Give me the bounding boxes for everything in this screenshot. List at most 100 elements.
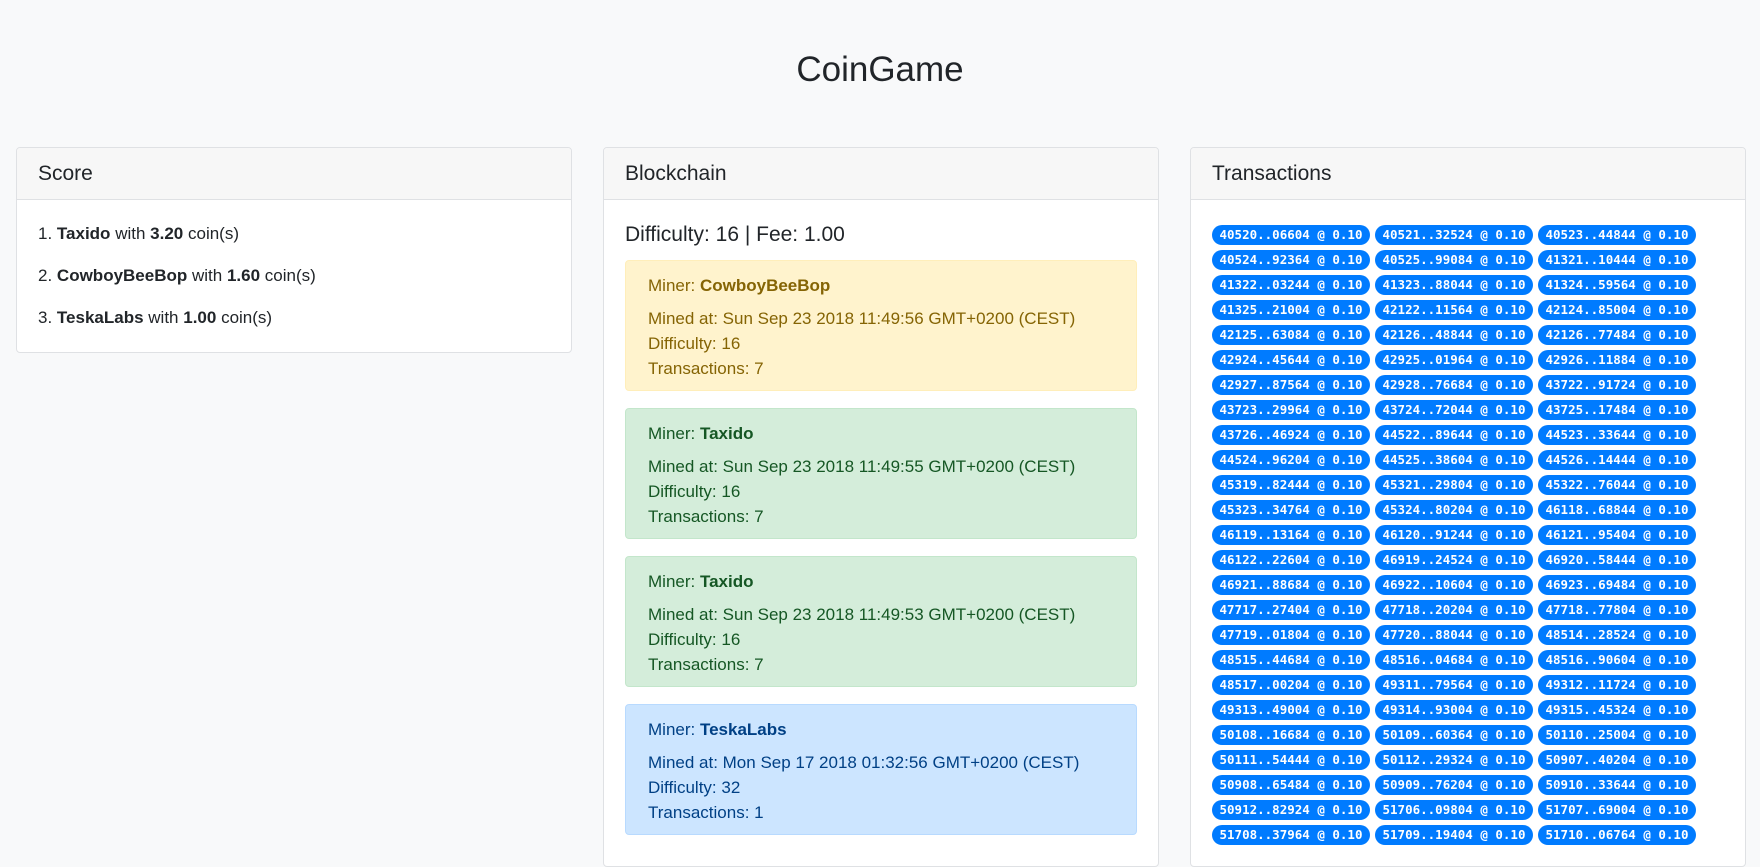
transaction-badge[interactable]: 46922..10604 @ 0.10 — [1375, 575, 1533, 595]
transaction-badge[interactable]: 50108..16684 @ 0.10 — [1212, 725, 1370, 745]
transaction-badge[interactable]: 47717..27404 @ 0.10 — [1212, 600, 1370, 620]
transaction-badge[interactable]: 48514..28524 @ 0.10 — [1538, 625, 1696, 645]
miner-label: Miner: — [648, 276, 696, 295]
transaction-badge[interactable]: 49315..45324 @ 0.10 — [1538, 700, 1696, 720]
transaction-badge[interactable]: 49312..11724 @ 0.10 — [1538, 675, 1696, 695]
transaction-badge[interactable]: 40523..44844 @ 0.10 — [1538, 225, 1696, 245]
transaction-badge[interactable]: 40524..92364 @ 0.10 — [1212, 250, 1370, 270]
transaction-badge[interactable]: 46921..88684 @ 0.10 — [1212, 575, 1370, 595]
block-list: Miner: CowboyBeeBop Mined at: Sun Sep 23… — [604, 248, 1158, 835]
transaction-badge[interactable]: 51707..69004 @ 0.10 — [1538, 800, 1696, 820]
score-player-name: CowboyBeeBop — [56, 266, 188, 285]
block-miner: Miner: TeskaLabs — [648, 718, 1114, 742]
difficulty-fee-summary: Difficulty: 16 | Fee: 1.00 — [625, 223, 845, 246]
miner-label: Miner: — [648, 424, 696, 443]
transaction-badge[interactable]: 41321..10444 @ 0.10 — [1538, 250, 1696, 270]
transaction-badge[interactable]: 47720..88044 @ 0.10 — [1375, 625, 1533, 645]
transaction-badge[interactable]: 48515..44684 @ 0.10 — [1212, 650, 1370, 670]
transaction-badge[interactable]: 47719..01804 @ 0.10 — [1212, 625, 1370, 645]
transaction-badge[interactable]: 50910..33644 @ 0.10 — [1538, 775, 1696, 795]
block-mined-at: Mined at: Sun Sep 23 2018 11:49:56 GMT+0… — [648, 309, 1076, 328]
transaction-badge[interactable]: 46923..69484 @ 0.10 — [1538, 575, 1696, 595]
transaction-badge[interactable]: 45319..82444 @ 0.10 — [1212, 475, 1370, 495]
transaction-badge[interactable]: 50909..76204 @ 0.10 — [1375, 775, 1533, 795]
transaction-badge[interactable]: 43725..17484 @ 0.10 — [1538, 400, 1696, 420]
block-transactions: Transactions: 7 — [648, 655, 764, 674]
transaction-badge[interactable]: 46121..95404 @ 0.10 — [1538, 525, 1696, 545]
transaction-badge[interactable]: 47718..20204 @ 0.10 — [1375, 600, 1533, 620]
transaction-badge[interactable]: 42126..77484 @ 0.10 — [1538, 325, 1696, 345]
transaction-badge[interactable]: 47718..77804 @ 0.10 — [1538, 600, 1696, 620]
transactions-card-header: Transactions — [1191, 148, 1745, 200]
transaction-badge[interactable]: 46122..22604 @ 0.10 — [1212, 550, 1370, 570]
transaction-badge[interactable]: 43723..29964 @ 0.10 — [1212, 400, 1370, 420]
transaction-badge[interactable]: 44525..38604 @ 0.10 — [1375, 450, 1533, 470]
transaction-badge[interactable]: 50112..29324 @ 0.10 — [1375, 750, 1533, 770]
transaction-badge[interactable]: 40525..99084 @ 0.10 — [1375, 250, 1533, 270]
transaction-badge[interactable]: 43726..46924 @ 0.10 — [1212, 425, 1370, 445]
transaction-badge[interactable]: 44526..14444 @ 0.10 — [1538, 450, 1696, 470]
score-card: Score 1. Taxido with 3.20 coin(s) 2. Cow… — [16, 147, 572, 353]
transaction-badge[interactable]: 42925..01964 @ 0.10 — [1375, 350, 1533, 370]
transaction-badge[interactable]: 50109..60364 @ 0.10 — [1375, 725, 1533, 745]
transaction-list: 40520..06604 @ 0.10 40521..32524 @ 0.10 40… — [1191, 200, 1702, 845]
transaction-badge[interactable]: 42926..11884 @ 0.10 — [1538, 350, 1696, 370]
transaction-badge[interactable]: 43724..72044 @ 0.10 — [1375, 400, 1533, 420]
score-list: 1. Taxido with 3.20 coin(s) 2. CowboyBee… — [17, 200, 571, 330]
transaction-badge[interactable]: 46120..91244 @ 0.10 — [1375, 525, 1533, 545]
transaction-badge[interactable]: 45321..29804 @ 0.10 — [1375, 475, 1533, 495]
transaction-badge[interactable]: 42124..85004 @ 0.10 — [1538, 300, 1696, 320]
transaction-badge[interactable]: 44524..96204 @ 0.10 — [1212, 450, 1370, 470]
transaction-badge[interactable]: 40520..06604 @ 0.10 — [1212, 225, 1370, 245]
transaction-badge[interactable]: 41324..59564 @ 0.10 — [1538, 275, 1696, 295]
transaction-badge[interactable]: 51708..37964 @ 0.10 — [1212, 825, 1370, 845]
transaction-badge[interactable]: 41323..88044 @ 0.10 — [1375, 275, 1533, 295]
transaction-badge[interactable]: 50110..25004 @ 0.10 — [1538, 725, 1696, 745]
transaction-badge[interactable]: 51710..06764 @ 0.10 — [1538, 825, 1696, 845]
transaction-badge[interactable]: 50908..65484 @ 0.10 — [1212, 775, 1370, 795]
score-unit: coin(s) — [187, 224, 239, 243]
transaction-badge[interactable]: 44523..33644 @ 0.10 — [1538, 425, 1696, 445]
block-card: Miner: Taxido Mined at: Sun Sep 23 2018 … — [625, 556, 1137, 687]
transaction-badge[interactable]: 49311..79564 @ 0.10 — [1375, 675, 1533, 695]
transaction-badge[interactable]: 51706..09804 @ 0.10 — [1375, 800, 1533, 820]
block-miner: Miner: Taxido — [648, 422, 1114, 446]
transaction-badge[interactable]: 46920..58444 @ 0.10 — [1538, 550, 1696, 570]
transaction-badge[interactable]: 42126..48844 @ 0.10 — [1375, 325, 1533, 345]
miner-label: Miner: — [648, 572, 696, 591]
transaction-badge[interactable]: 44522..89644 @ 0.10 — [1375, 425, 1533, 445]
transaction-badge[interactable]: 41322..03244 @ 0.10 — [1212, 275, 1370, 295]
transaction-badge[interactable]: 45323..34764 @ 0.10 — [1212, 500, 1370, 520]
score-coins: 1.60 — [226, 266, 261, 285]
transaction-badge[interactable]: 45322..76044 @ 0.10 — [1538, 475, 1696, 495]
transaction-badge[interactable]: 49313..49004 @ 0.10 — [1212, 700, 1370, 720]
transaction-badge[interactable]: 42927..87564 @ 0.10 — [1212, 375, 1370, 395]
transaction-badge[interactable]: 46118..68844 @ 0.10 — [1538, 500, 1696, 520]
transaction-badge[interactable]: 50907..40204 @ 0.10 — [1538, 750, 1696, 770]
transaction-badge[interactable]: 48517..00204 @ 0.10 — [1212, 675, 1370, 695]
miner-name: CowboyBeeBop — [699, 276, 831, 295]
score-player-name: Taxido — [56, 224, 111, 243]
score-coins: 1.00 — [183, 308, 217, 327]
transaction-badge[interactable]: 48516..90604 @ 0.10 — [1538, 650, 1696, 670]
transaction-badge[interactable]: 45324..80204 @ 0.10 — [1375, 500, 1533, 520]
transaction-badge[interactable]: 42924..45644 @ 0.10 — [1212, 350, 1370, 370]
transaction-badge[interactable]: 49314..93004 @ 0.10 — [1375, 700, 1533, 720]
transaction-badge[interactable]: 40521..32524 @ 0.10 — [1375, 225, 1533, 245]
block-mined-at: Mined at: Sun Sep 23 2018 11:49:53 GMT+0… — [648, 605, 1076, 624]
miner-label: Miner: — [648, 720, 696, 739]
transaction-badge[interactable]: 46919..24524 @ 0.10 — [1375, 550, 1533, 570]
transaction-badge[interactable]: 43722..91724 @ 0.10 — [1538, 375, 1696, 395]
blockchain-card: Blockchain Difficulty: 16 | Fee: 1.00 Mi… — [603, 147, 1159, 867]
transaction-badge[interactable]: 41325..21004 @ 0.10 — [1212, 300, 1370, 320]
transaction-badge[interactable]: 50111..54444 @ 0.10 — [1212, 750, 1370, 770]
score-with: with — [192, 266, 223, 285]
transaction-badge[interactable]: 51709..19404 @ 0.10 — [1375, 825, 1533, 845]
transactions-card: Transactions 40520..06604 @ 0.10 40521..3… — [1190, 147, 1746, 867]
transaction-badge[interactable]: 50912..82924 @ 0.10 — [1212, 800, 1370, 820]
transaction-badge[interactable]: 46119..13164 @ 0.10 — [1212, 525, 1370, 545]
transaction-badge[interactable]: 48516..04684 @ 0.10 — [1375, 650, 1533, 670]
transaction-badge[interactable]: 42125..63084 @ 0.10 — [1212, 325, 1370, 345]
transaction-badge[interactable]: 42122..11564 @ 0.10 — [1375, 300, 1533, 320]
transaction-badge[interactable]: 42928..76684 @ 0.10 — [1375, 375, 1533, 395]
